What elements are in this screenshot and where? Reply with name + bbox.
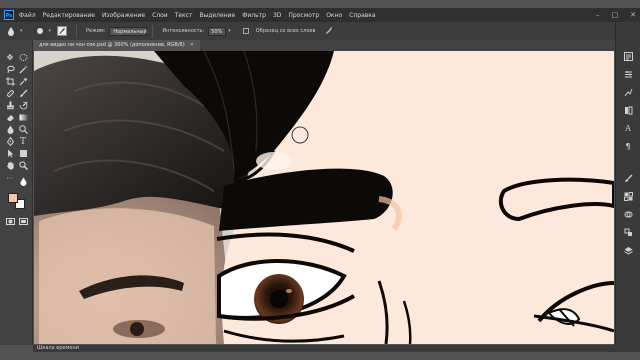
foreground-color-swatch[interactable] bbox=[8, 193, 18, 203]
adjustments-icon[interactable] bbox=[623, 88, 633, 98]
healing-brush-icon[interactable] bbox=[5, 89, 15, 99]
window-controls: – □ ✕ bbox=[596, 8, 636, 22]
type-icon[interactable]: T bbox=[18, 137, 28, 147]
artwork bbox=[34, 51, 614, 344]
options-bar: ▾ ▾ Режим: Нормальный Интенсивность: 50%… bbox=[0, 22, 640, 41]
separator bbox=[152, 25, 154, 37]
move-icon[interactable]: ✥ bbox=[5, 53, 15, 63]
minimize-button[interactable]: – bbox=[596, 11, 600, 19]
tools-panel: ✥ T ⋯ bbox=[0, 40, 33, 345]
history-icon[interactable] bbox=[623, 52, 633, 62]
layers-icon[interactable] bbox=[623, 246, 633, 256]
menu-view[interactable]: Просмотр bbox=[288, 12, 319, 19]
blur-icon[interactable] bbox=[5, 125, 15, 135]
right-panel-dock: A ¶ bbox=[615, 22, 640, 345]
lasso-icon[interactable] bbox=[5, 65, 15, 75]
strength-chevron-icon[interactable]: ▾ bbox=[228, 28, 231, 34]
timeline-panel-bar: Шкала времени bbox=[33, 345, 640, 352]
screen-mode-icon[interactable] bbox=[18, 217, 28, 227]
photoshop-window: Ps Файл Редактирование Изображение Слои … bbox=[0, 0, 640, 360]
paragraph-icon[interactable]: ¶ bbox=[623, 142, 633, 152]
zoom-icon[interactable] bbox=[18, 161, 28, 171]
paths-icon[interactable] bbox=[623, 228, 633, 238]
document-tab-title: для видео ли чон сок.psd @ 300% (дополне… bbox=[39, 42, 185, 48]
marquee-icon[interactable] bbox=[18, 53, 28, 63]
strength-label: Интенсивность: bbox=[162, 28, 205, 34]
menu-image[interactable]: Изображение bbox=[102, 12, 145, 19]
path-selection-icon[interactable] bbox=[5, 149, 15, 159]
brush-panel-toggle-icon[interactable] bbox=[57, 26, 68, 36]
menu-file[interactable]: Файл bbox=[19, 12, 36, 19]
brush-preset-chevron-icon[interactable]: ▾ bbox=[49, 28, 52, 34]
mode-label: Режим: bbox=[86, 28, 106, 34]
eraser-icon[interactable] bbox=[5, 113, 15, 123]
pen-icon[interactable] bbox=[5, 136, 15, 147]
tool-preset-chevron-icon[interactable]: ▾ bbox=[20, 28, 23, 34]
sample-all-layers-label: Образец со всех слоев bbox=[255, 28, 316, 34]
maximize-button[interactable]: □ bbox=[612, 11, 619, 19]
menu-select[interactable]: Выделение bbox=[199, 12, 235, 19]
character-icon[interactable]: A bbox=[623, 124, 633, 134]
timeline-tab[interactable]: Шкала времени bbox=[37, 345, 79, 352]
libraries-icon[interactable] bbox=[623, 106, 633, 116]
properties-icon[interactable] bbox=[623, 70, 633, 80]
strength-input[interactable]: 50% bbox=[208, 26, 227, 36]
photoshop-logo: Ps bbox=[4, 10, 14, 20]
mode-select[interactable]: Нормальный bbox=[109, 26, 148, 36]
menu-type[interactable]: Текст bbox=[175, 12, 193, 19]
history-brush-icon[interactable] bbox=[18, 101, 28, 111]
brush-settings-icon[interactable] bbox=[623, 174, 633, 184]
menu-bar: Ps Файл Редактирование Изображение Слои … bbox=[0, 8, 640, 22]
crop-icon[interactable] bbox=[5, 77, 15, 87]
dodge-icon[interactable] bbox=[18, 125, 28, 135]
sample-all-layers-checkbox[interactable] bbox=[242, 28, 249, 34]
blur-tool-icon[interactable] bbox=[6, 26, 16, 36]
menu-edit[interactable]: Редактирование bbox=[43, 12, 95, 19]
document-canvas[interactable] bbox=[34, 51, 614, 344]
pressure-icon[interactable] bbox=[325, 26, 333, 36]
close-window-button[interactable]: ✕ bbox=[630, 11, 636, 19]
swatches-icon[interactable] bbox=[623, 192, 633, 202]
channels-icon[interactable] bbox=[623, 210, 633, 220]
separator bbox=[76, 25, 78, 37]
eyedropper-icon[interactable] bbox=[18, 77, 28, 87]
menu-window[interactable]: Окно bbox=[326, 12, 342, 19]
hand-icon[interactable] bbox=[5, 161, 15, 171]
menu-filter[interactable]: Фильтр bbox=[242, 12, 266, 19]
document-tab[interactable]: для видео ли чон сок.psd @ 300% (дополне… bbox=[33, 40, 200, 51]
magic-wand-icon[interactable] bbox=[18, 65, 28, 75]
quick-mask-icon[interactable] bbox=[5, 217, 15, 227]
close-tab-button[interactable]: ✕ bbox=[190, 42, 194, 48]
document-tab-bar: для видео ли чон сок.psd @ 300% (дополне… bbox=[33, 40, 615, 51]
menu-help[interactable]: Справка bbox=[349, 12, 375, 19]
menu-layers[interactable]: Слои bbox=[152, 12, 168, 19]
shape-icon[interactable] bbox=[18, 149, 28, 159]
blur-active-icon[interactable] bbox=[18, 177, 28, 187]
menu-3d[interactable]: 3D bbox=[273, 12, 281, 19]
more-tools-icon[interactable]: ⋯ bbox=[5, 173, 15, 183]
brush-preset-icon[interactable] bbox=[35, 26, 45, 36]
clone-stamp-icon[interactable] bbox=[5, 101, 15, 111]
brush-icon[interactable] bbox=[18, 89, 28, 99]
gradient-icon[interactable] bbox=[18, 113, 28, 123]
